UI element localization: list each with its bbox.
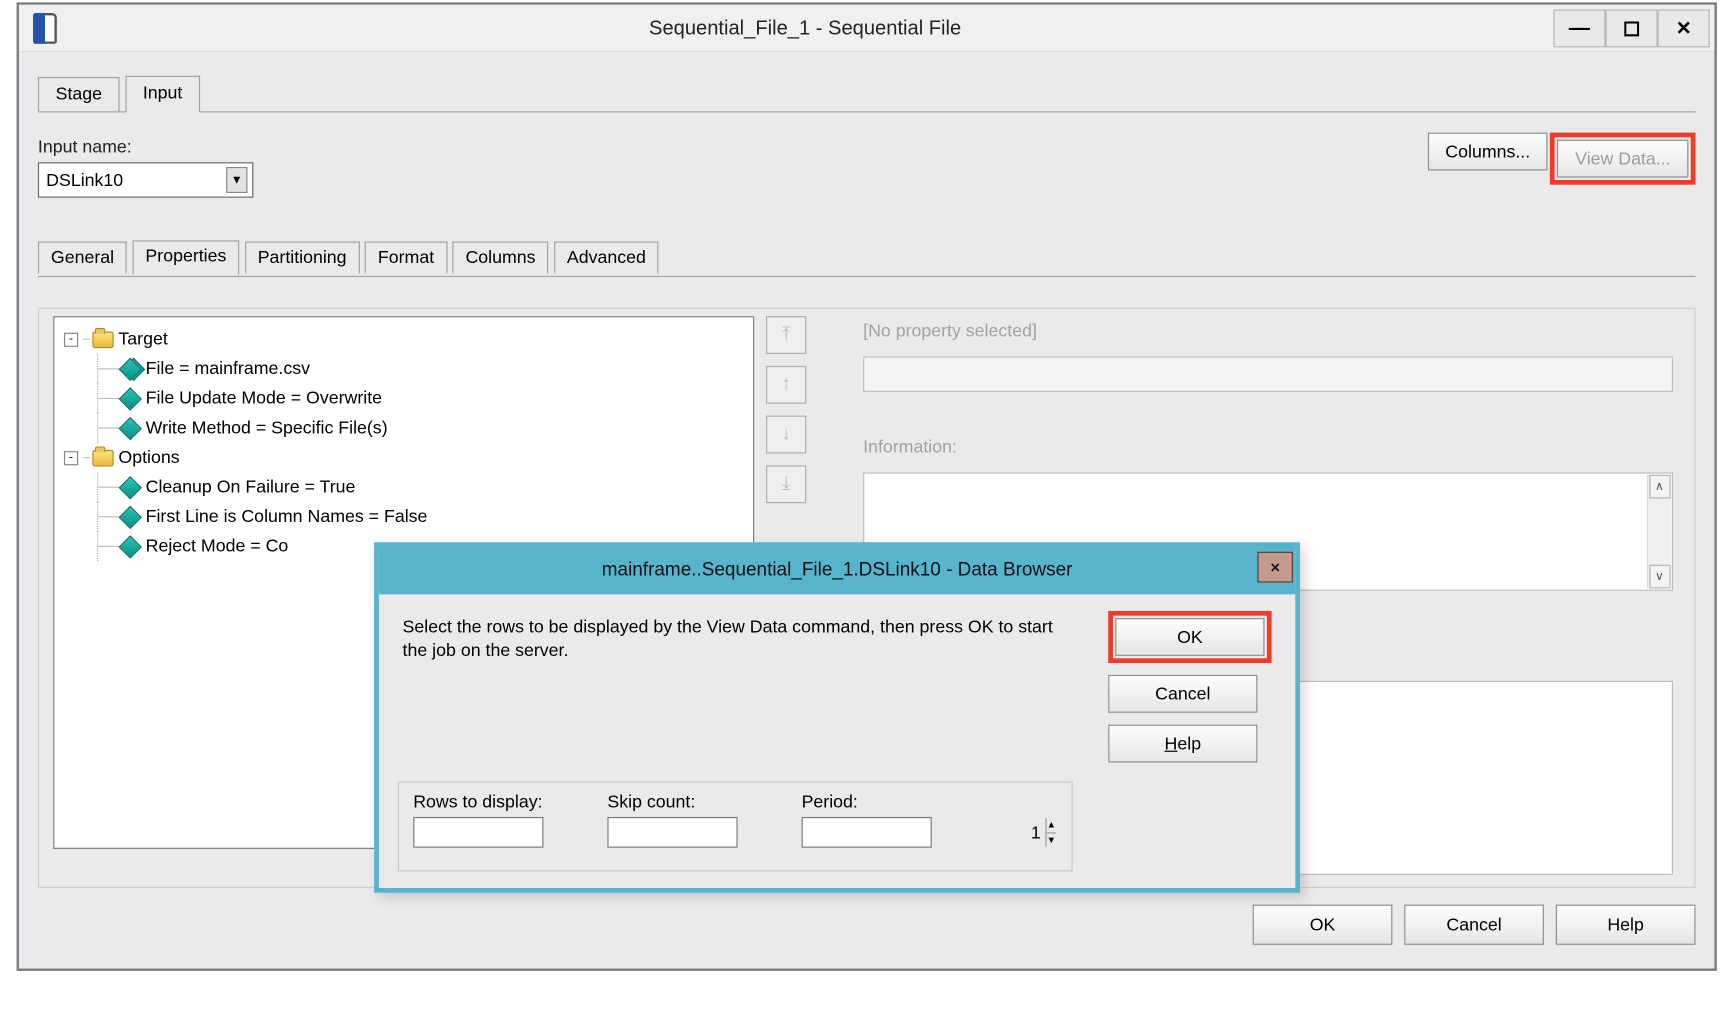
skip-input[interactable]: ▲▼	[607, 817, 737, 848]
app-icon	[33, 12, 57, 43]
scrollbar[interactable]: ∧ ∨	[1647, 475, 1671, 589]
collapse-icon[interactable]: -	[64, 451, 78, 465]
close-button[interactable]: ✕	[1658, 9, 1710, 47]
inner-tab-strip: General Properties Partitioning Format C…	[38, 240, 1696, 276]
tab-properties[interactable]: Properties	[132, 240, 239, 274]
window-title: Sequential_File_1 - Sequential File	[57, 16, 1554, 40]
input-name-value: DSLink10	[46, 170, 123, 190]
tree-item-file-update[interactable]: File Update Mode = Overwrite	[64, 384, 744, 414]
move-top-button[interactable]: ⤒	[766, 316, 806, 354]
tree-label: Reject Mode = Co	[146, 532, 289, 562]
tree-item-first-line[interactable]: First Line is Column Names = False	[64, 502, 744, 532]
property-icon	[119, 357, 142, 380]
dialog-field-group: Rows to display: ▲▼ Skip count: ▲▼ Perio…	[398, 781, 1073, 871]
cancel-button[interactable]: Cancel	[1404, 905, 1544, 945]
skip-label: Skip count:	[607, 792, 737, 812]
tab-general[interactable]: General	[38, 242, 127, 274]
dialog-cancel-button[interactable]: Cancel	[1108, 675, 1257, 713]
close-icon: ✕	[1676, 16, 1692, 40]
maximize-icon: ◻	[1623, 15, 1641, 40]
close-icon: ×	[1270, 558, 1280, 577]
dialog-ok-button[interactable]: OK	[1115, 618, 1264, 656]
property-icon	[119, 416, 142, 439]
spin-down-icon[interactable]: ▼	[1045, 833, 1056, 847]
tree-node-options[interactable]: - Options	[64, 443, 744, 473]
tab-format[interactable]: Format	[365, 242, 447, 274]
tab-columns[interactable]: Columns	[452, 242, 548, 274]
folder-icon	[92, 449, 113, 466]
ok-button[interactable]: OK	[1253, 905, 1393, 945]
minimize-icon: —	[1569, 15, 1590, 40]
top-tab-strip: Stage Input	[38, 76, 1696, 112]
help-button[interactable]: Help	[1556, 905, 1696, 945]
tree-label: Options	[118, 443, 179, 473]
folder-icon	[92, 331, 113, 348]
tree-label: Target	[118, 324, 167, 354]
tab-input[interactable]: Input	[125, 76, 200, 113]
tab-advanced[interactable]: Advanced	[554, 242, 659, 274]
move-bottom-button[interactable]: ⤓	[766, 465, 806, 503]
input-name-combo[interactable]: DSLink10 ▼	[38, 162, 253, 198]
move-down-button[interactable]: ↓	[766, 416, 806, 454]
rows-label: Rows to display:	[413, 792, 543, 812]
period-value[interactable]	[803, 818, 1046, 846]
period-input[interactable]: ▲▼	[802, 817, 932, 848]
arrow-bottom-icon: ⤓	[782, 474, 790, 495]
scroll-up-icon[interactable]: ∧	[1649, 475, 1670, 499]
arrow-top-icon: ⤒	[782, 324, 790, 345]
property-value-input[interactable]	[863, 356, 1673, 392]
minimize-button[interactable]: —	[1553, 9, 1605, 47]
information-label: Information:	[863, 437, 957, 457]
property-icon	[119, 475, 142, 498]
data-browser-dialog: mainframe..Sequential_File_1.DSLink10 - …	[374, 542, 1300, 892]
titlebar: Sequential_File_1 - Sequential File — ◻ …	[19, 5, 1714, 52]
tree-label: Write Method = Specific File(s)	[146, 413, 388, 443]
tree-item-file[interactable]: File = mainframe.csv	[64, 354, 744, 384]
rows-input[interactable]: ▲▼	[413, 817, 543, 848]
move-up-button[interactable]: ↑	[766, 366, 806, 404]
dialog-help-button[interactable]: Help	[1108, 725, 1257, 763]
spin-up-icon[interactable]: ▲	[1045, 818, 1056, 833]
property-icon	[119, 505, 142, 528]
tree-node-target[interactable]: - Target	[64, 324, 744, 354]
dialog-message: Select the rows to be displayed by the V…	[403, 616, 1066, 663]
highlight-view-data: View Data...	[1550, 133, 1695, 185]
columns-button[interactable]: Columns...	[1428, 133, 1548, 171]
tree-item-write-method[interactable]: Write Method = Specific File(s)	[64, 413, 744, 443]
dialog-title: mainframe..Sequential_File_1.DSLink10 - …	[602, 560, 1073, 581]
tree-item-cleanup[interactable]: Cleanup On Failure = True	[64, 472, 744, 502]
period-label: Period:	[802, 792, 932, 812]
tree-label: Cleanup On Failure = True	[146, 472, 356, 502]
tab-stage[interactable]: Stage	[38, 77, 120, 111]
property-icon	[119, 535, 142, 558]
dialog-titlebar: mainframe..Sequential_File_1.DSLink10 - …	[379, 547, 1295, 594]
tab-partitioning[interactable]: Partitioning	[245, 242, 360, 274]
chevron-down-icon: ▼	[226, 167, 247, 193]
tree-label: First Line is Column Names = False	[146, 502, 428, 532]
arrow-up-icon: ↑	[781, 374, 790, 395]
tree-label: File Update Mode = Overwrite	[146, 384, 382, 414]
dialog-close-button[interactable]: ×	[1257, 552, 1293, 583]
no-property-label: [No property selected]	[863, 321, 1037, 341]
property-icon	[119, 387, 142, 410]
tree-label: File = mainframe.csv	[146, 354, 310, 384]
collapse-icon[interactable]: -	[64, 332, 78, 346]
scroll-down-icon[interactable]: ∨	[1649, 565, 1670, 589]
reorder-buttons: ⤒ ↑ ↓ ⤓	[766, 316, 806, 503]
highlight-ok: OK	[1108, 611, 1271, 663]
maximize-button[interactable]: ◻	[1606, 9, 1658, 47]
arrow-down-icon: ↓	[781, 424, 790, 445]
view-data-button[interactable]: View Data...	[1557, 140, 1688, 178]
